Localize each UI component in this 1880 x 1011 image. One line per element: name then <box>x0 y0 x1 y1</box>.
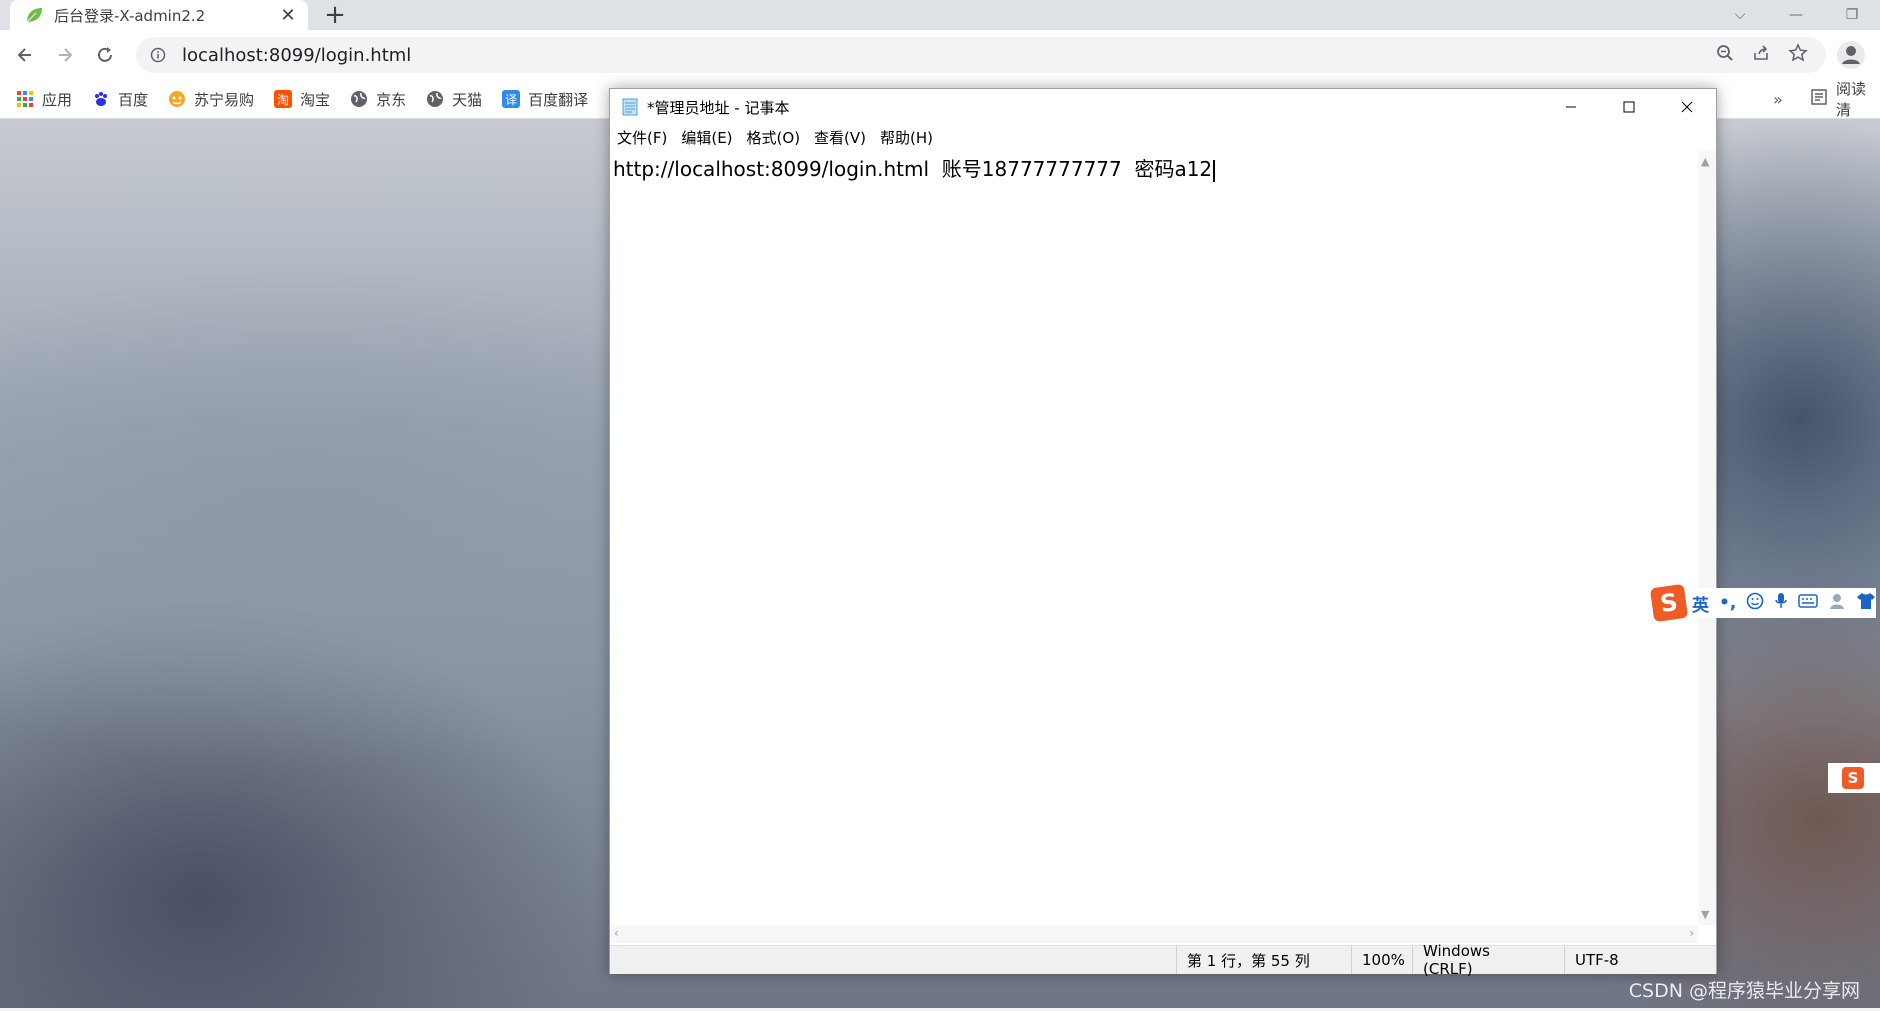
notepad-icon <box>621 98 639 116</box>
leaf-favicon-icon <box>24 5 44 25</box>
share-icon[interactable] <box>1752 44 1770 66</box>
maximize-icon[interactable] <box>1600 89 1658 125</box>
globe-icon <box>350 90 368 108</box>
watermark-text: CSDN @程序猿毕业分享网 <box>1628 980 1860 1002</box>
ime-toolbar: S 英 •, <box>1649 583 1880 623</box>
bookmark-label: 百度翻译 <box>528 90 589 109</box>
status-line-ending: Windows (CRLF) <box>1412 942 1538 978</box>
url-text[interactable]: localhost:8099/login.html <box>182 45 1716 66</box>
forward-icon[interactable] <box>50 40 80 70</box>
notepad-statusbar: 第 1 行，第 55 列 100% Windows (CRLF) UTF-8 <box>610 942 1716 978</box>
microphone-icon[interactable] <box>1774 592 1788 615</box>
minimize-icon[interactable]: — <box>1768 7 1824 23</box>
bookmark-label: 应用 <box>42 90 73 109</box>
status-zoom: 100% <box>1351 946 1414 974</box>
ime-mode-toggle[interactable]: 英 <box>1692 591 1709 616</box>
reading-list-icon <box>1810 88 1828 110</box>
scroll-up-icon[interactable]: ▲ <box>1701 155 1709 168</box>
back-icon[interactable] <box>10 40 40 70</box>
user-skin-icon[interactable] <box>1828 592 1846 615</box>
close-icon[interactable] <box>1658 89 1716 125</box>
tab-close-icon[interactable]: ✕ <box>276 3 300 27</box>
tab-strip: 后台登录-X-admin2.2 ✕ + ⌵ — ❐ <box>0 0 1880 30</box>
status-cursor-position: 第 1 行，第 55 列 <box>1176 946 1342 974</box>
scroll-left-icon[interactable]: ‹ <box>614 926 619 940</box>
notepad-titlebar[interactable]: *管理员地址 - 记事本 <box>610 89 1716 125</box>
reading-list-label: 阅读清 <box>1836 80 1867 119</box>
baidu-paw-icon <box>92 90 110 108</box>
bookmark-label: 苏宁易购 <box>194 90 255 109</box>
apps-grid-icon <box>16 90 34 108</box>
restore-icon[interactable]: ❐ <box>1824 7 1880 23</box>
new-tab-button[interactable]: + <box>320 0 350 30</box>
bookmark-label: 京东 <box>376 90 407 109</box>
tab-search-icon[interactable]: ⌵ <box>1712 7 1768 23</box>
bookmark-star-icon[interactable] <box>1788 43 1808 67</box>
keyboard-icon[interactable] <box>1798 593 1819 613</box>
bookmark-apps[interactable]: 应用 <box>16 89 72 110</box>
reload-icon[interactable] <box>90 40 120 70</box>
notepad-content[interactable]: http://localhost:8099/login.html 账号18777… <box>613 153 1215 182</box>
ime-controls: 英 •, <box>1686 588 1877 618</box>
notepad-text-area[interactable]: http://localhost:8099/login.html 账号18777… <box>610 151 1698 1011</box>
sogou-mini-logo-icon: S <box>1842 767 1864 789</box>
globe-icon <box>426 90 444 108</box>
reading-list-button[interactable]: 阅读清 <box>1810 80 1880 119</box>
tab-title: 后台登录-X-admin2.2 <box>54 6 206 25</box>
horizontal-scrollbar[interactable]: ‹ › <box>610 925 1698 943</box>
translate-icon: 译 <box>502 90 521 108</box>
window-controls: ⌵ — ❐ <box>1712 0 1880 30</box>
ime-mini-bar[interactable]: S <box>1828 763 1880 793</box>
scroll-right-icon[interactable]: › <box>1689 926 1694 940</box>
zoom-icon[interactable] <box>1716 44 1734 66</box>
bookmark-label: 天猫 <box>452 90 483 109</box>
browser-tab[interactable]: 后台登录-X-admin2.2 ✕ <box>10 0 308 30</box>
notepad-menubar: 文件(F) 编辑(E) 格式(O) 查看(V) 帮助(H) <box>610 125 1716 149</box>
scroll-down-icon[interactable]: ▼ <box>1701 908 1709 921</box>
menu-view[interactable]: 查看(V) <box>814 127 866 148</box>
bookmark-jd[interactable]: 京东 <box>350 89 406 110</box>
profile-avatar-icon[interactable] <box>1836 40 1866 70</box>
emoji-icon[interactable] <box>1746 592 1764 615</box>
bookmark-tmall[interactable]: 天猫 <box>426 89 482 110</box>
bookmarks-overflow-button[interactable]: » <box>1773 80 1783 118</box>
menu-format[interactable]: 格式(O) <box>747 127 801 148</box>
text-caret <box>1213 159 1215 182</box>
address-bar[interactable]: localhost:8099/login.html <box>136 37 1826 73</box>
minimize-icon[interactable] <box>1542 89 1600 125</box>
tshirt-icon[interactable] <box>1856 592 1876 615</box>
menu-file[interactable]: 文件(F) <box>617 127 667 148</box>
notepad-title: *管理员地址 - 记事本 <box>647 98 790 117</box>
bookmark-taobao[interactable]: 淘 淘宝 <box>274 89 330 110</box>
bookmark-suning[interactable]: 苏宁易购 <box>168 89 254 110</box>
content-text: http://localhost:8099/login.html 账号18777… <box>613 157 1213 181</box>
notepad-window-controls <box>1542 89 1716 125</box>
vertical-scrollbar[interactable]: ▲ ▼ <box>1698 151 1716 925</box>
status-encoding: UTF-8 <box>1564 946 1655 974</box>
ime-punctuation-toggle[interactable]: •, <box>1719 593 1736 613</box>
menu-edit[interactable]: 编辑(E) <box>681 127 732 148</box>
bookmark-baidu-translate[interactable]: 译 百度翻译 <box>502 89 588 110</box>
bookmark-label: 百度 <box>118 90 149 109</box>
site-info-icon[interactable] <box>148 45 168 65</box>
taobao-icon: 淘 <box>274 90 293 108</box>
menu-help[interactable]: 帮助(H) <box>880 127 933 148</box>
notepad-window: *管理员地址 - 记事本 文件(F) 编辑(E) 格式(O) 查看(V) 帮助(… <box>609 88 1717 978</box>
suning-icon <box>168 90 186 108</box>
bookmark-label: 淘宝 <box>300 90 331 109</box>
bookmark-baidu[interactable]: 百度 <box>92 89 148 110</box>
sogou-logo-icon[interactable]: S <box>1649 583 1689 623</box>
